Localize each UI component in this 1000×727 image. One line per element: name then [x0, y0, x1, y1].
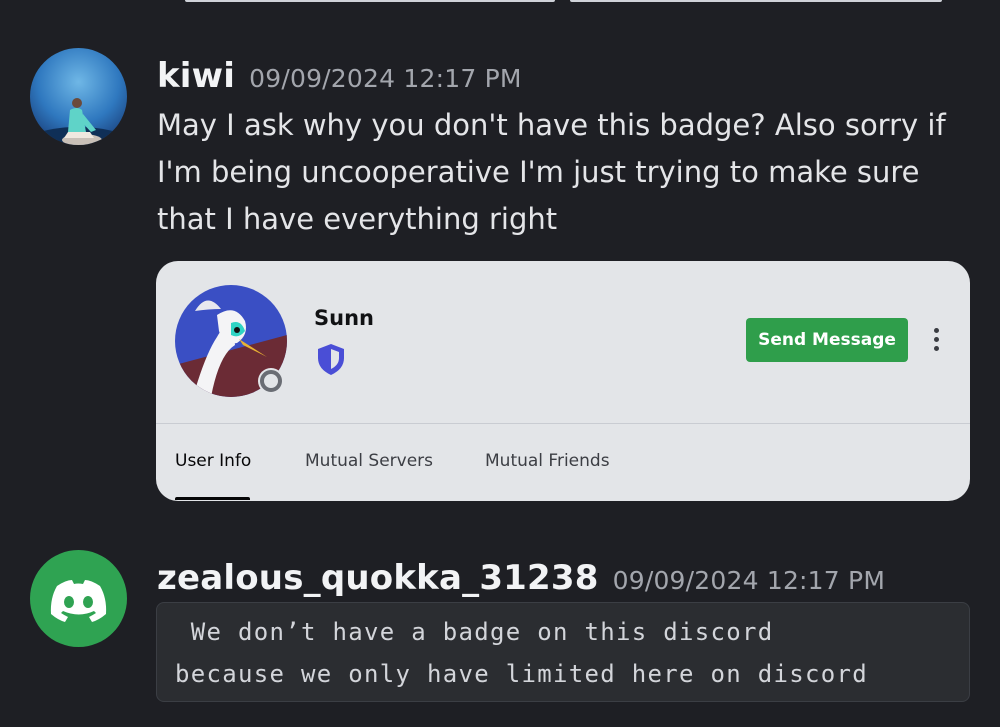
user-avatar-illustration: [30, 48, 127, 145]
tab-mutual-friends[interactable]: Mutual Friends: [485, 451, 610, 471]
previous-attachment-edge: [570, 0, 942, 2]
profile-screenshot-attachment[interactable]: Sunn Send Message User Info Mutual Serve…: [156, 261, 970, 501]
profile-name: Sunn: [314, 306, 374, 330]
username[interactable]: zealous_quokka_31238: [157, 558, 599, 598]
username[interactable]: kiwi: [157, 56, 235, 96]
active-tab-indicator: [175, 497, 250, 500]
send-message-button[interactable]: Send Message: [746, 318, 908, 362]
more-options-icon[interactable]: [926, 325, 946, 355]
discord-logo-icon: [50, 580, 107, 622]
tabs-divider: [156, 423, 970, 424]
avatar[interactable]: [30, 550, 127, 647]
timestamp[interactable]: 09/09/2024 12:17 PM: [249, 64, 521, 93]
message-text: May I ask why you don't have this badge?…: [157, 108, 946, 236]
shield-badge-icon[interactable]: [314, 342, 348, 376]
message-header: zealous_quokka_31238 09/09/2024 12:17 PM: [157, 558, 885, 598]
previous-attachment-edge: [185, 0, 555, 2]
tab-user-info[interactable]: User Info: [175, 451, 251, 471]
tab-mutual-servers[interactable]: Mutual Servers: [305, 451, 433, 471]
message-header: kiwi 09/09/2024 12:17 PM: [157, 56, 522, 96]
timestamp[interactable]: 09/09/2024 12:17 PM: [613, 566, 885, 595]
code-block: We don’t have a badge on this discord bec…: [156, 602, 970, 702]
profile-avatar: [175, 285, 287, 397]
code-line: because we only have limited here on dis…: [175, 660, 868, 688]
code-line: We don’t have a badge on this discord: [175, 618, 774, 646]
previous-message-edge: [0, 0, 1000, 4]
avatar[interactable]: [30, 48, 127, 145]
